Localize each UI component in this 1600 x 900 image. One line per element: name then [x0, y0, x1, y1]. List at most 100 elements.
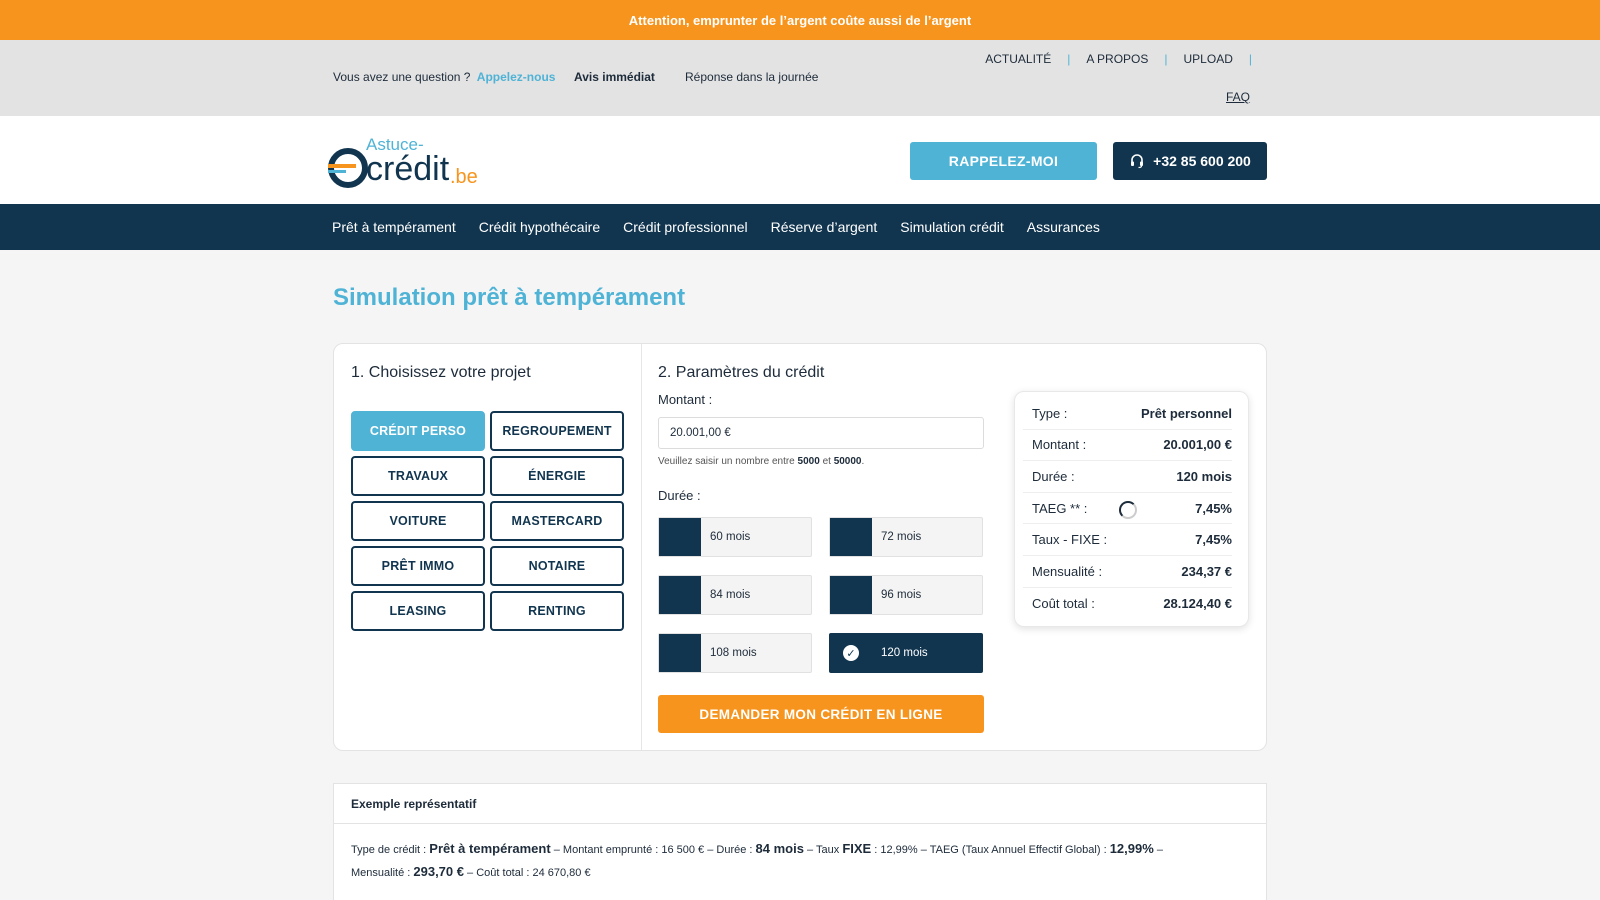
- summary-row-taux: Taux - FIXE : 7,45%: [1023, 524, 1232, 556]
- avis-immediat-text: Avis immédiat: [574, 70, 655, 84]
- top-link-apropos[interactable]: A PROPOS: [1086, 52, 1148, 66]
- duration-120-option[interactable]: ✓ 120 mois: [829, 633, 983, 673]
- duration-label-text: 108 mois: [710, 647, 757, 659]
- site-logo[interactable]: Astuce- crédit .be: [328, 130, 488, 190]
- example-text: Type de crédit :: [351, 844, 427, 856]
- example-highlight: FIXE: [842, 841, 872, 856]
- summary-value: 7,45%: [1195, 532, 1232, 548]
- summary-value: 20.001,00 €: [1163, 437, 1232, 453]
- nav-simulation-credit[interactable]: Simulation crédit: [900, 219, 1004, 235]
- hint-max: 50000: [833, 456, 862, 467]
- main-nav: Prêt à tempérament Crédit hypothécaire C…: [0, 204, 1600, 250]
- simulator-card: 1. Choisissez votre projet CRÉDIT PERSO …: [333, 343, 1267, 751]
- separator: |: [1248, 52, 1252, 66]
- nav-reserve-argent[interactable]: Réserve d’argent: [771, 219, 878, 235]
- project-mastercard-button[interactable]: MASTERCARD: [490, 501, 624, 541]
- warning-text: Attention, emprunter de l’argent coûte a…: [628, 12, 972, 28]
- duration-108-option[interactable]: 108 mois: [658, 633, 812, 673]
- logo-mark-bar: [328, 164, 356, 168]
- example-highlight: 84 mois: [755, 841, 804, 856]
- summary-key: Taux - FIXE :: [1032, 532, 1108, 548]
- project-energie-button[interactable]: ÉNERGIE: [490, 456, 624, 496]
- summary-key: Mensualité :: [1032, 563, 1103, 579]
- project-notaire-button[interactable]: NOTAIRE: [490, 546, 624, 586]
- project-section-title: 1. Choisissez votre projet: [351, 364, 531, 381]
- radio-indicator: ✓: [830, 634, 872, 672]
- project-renting-button[interactable]: RENTING: [490, 591, 624, 631]
- summary-key: Type :: [1032, 405, 1068, 421]
- project-pret-immo-button[interactable]: PRÊT IMMO: [351, 546, 485, 586]
- project-credit-perso-button[interactable]: CRÉDIT PERSO: [351, 411, 485, 451]
- radio-indicator: [659, 634, 701, 672]
- example-highlight: 12,99%: [1109, 841, 1154, 856]
- duration-96-option[interactable]: 96 mois: [829, 575, 983, 615]
- duration-label-text: 60 mois: [710, 531, 751, 543]
- summary-value: 120 mois: [1176, 468, 1232, 484]
- summary-row-duree: Durée : 120 mois: [1023, 461, 1232, 493]
- project-voiture-button[interactable]: VOITURE: [351, 501, 485, 541]
- example-highlight: Prêt à tempérament: [429, 841, 551, 856]
- nav-credit-hypothecaire[interactable]: Crédit hypothécaire: [479, 219, 600, 235]
- project-regroupement-button[interactable]: REGROUPEMENT: [490, 411, 624, 451]
- example-text: – Coût total : 24 670,80 €: [467, 867, 591, 879]
- question-label: Vous avez une question ?: [333, 70, 471, 84]
- example-text: – Montant emprunté : 16 500 € – Durée :: [553, 844, 753, 856]
- example-body: Type de crédit : Prêt à tempérament – Mo…: [334, 824, 1194, 898]
- callback-button[interactable]: RAPPELEZ-MOI: [910, 142, 1097, 180]
- radio-indicator: [830, 518, 872, 556]
- radio-indicator: [659, 576, 701, 614]
- duration-60-option[interactable]: 60 mois: [658, 517, 812, 557]
- call-us-link[interactable]: Appelez-nous: [477, 70, 556, 84]
- summary-row-type: Type : Prêt personnel: [1023, 398, 1232, 430]
- duration-84-option[interactable]: 84 mois: [658, 575, 812, 615]
- example-text: – Taux: [807, 844, 840, 856]
- project-grid: CRÉDIT PERSO REGROUPEMENT TRAVAUX ÉNERGI…: [351, 411, 624, 631]
- summary-key: Durée :: [1032, 468, 1075, 484]
- hint-prefix: Veuillez saisir un nombre entre: [658, 456, 795, 467]
- duration-72-option[interactable]: 72 mois: [829, 517, 983, 557]
- summary-row-cout-total: Coût total : 28.124,40 €: [1023, 588, 1232, 620]
- separator: |: [1067, 52, 1071, 66]
- top-link-faq[interactable]: FAQ: [1226, 90, 1250, 104]
- hint-and: et: [822, 456, 831, 467]
- amount-input[interactable]: [658, 417, 984, 449]
- example-text: : 12,99% – TAEG (Taux Annuel Effectif Gl…: [874, 844, 1107, 856]
- top-link-actualite[interactable]: ACTUALITÉ: [985, 52, 1051, 66]
- headset-icon: [1131, 154, 1144, 169]
- example-text: Mensualité :: [351, 867, 411, 879]
- question-text: Vous avez une question ? Appelez-nous: [333, 70, 555, 84]
- nav-assurances[interactable]: Assurances: [1027, 219, 1100, 235]
- example-highlight: 293,70 €: [413, 864, 464, 879]
- summary-key: Montant :: [1032, 437, 1087, 453]
- hint-min: 5000: [797, 456, 820, 467]
- nav-pret-temperament[interactable]: Prêt à tempérament: [332, 219, 456, 235]
- logo-tld-text: .be: [450, 166, 478, 188]
- example-title: Exemple représentatif: [334, 784, 1266, 824]
- reponse-text: Réponse dans la journée: [685, 70, 819, 84]
- project-leasing-button[interactable]: LEASING: [351, 591, 485, 631]
- project-travaux-button[interactable]: TRAVAUX: [351, 456, 485, 496]
- separator: |: [1164, 52, 1168, 66]
- summary-row-montant: Montant : 20.001,00 €: [1023, 430, 1232, 462]
- site-header: Astuce- crédit .be RAPPELEZ-MOI +32 85 6…: [0, 116, 1600, 204]
- example-text: –: [1156, 844, 1163, 856]
- summary-value: 28.124,40 €: [1163, 595, 1232, 611]
- top-link-upload[interactable]: UPLOAD: [1184, 52, 1233, 66]
- summary-panel: Type : Prêt personnel Montant : 20.001,0…: [1014, 391, 1249, 627]
- top-info-bar: Vous avez une question ? Appelez-nous Av…: [0, 40, 1600, 116]
- amount-label: Montant :: [658, 392, 713, 407]
- phone-number: +32 85 600 200: [1153, 153, 1251, 169]
- nav-credit-professionnel[interactable]: Crédit professionnel: [623, 219, 748, 235]
- top-links: ACTUALITÉ | A PROPOS | UPLOAD |: [985, 52, 1268, 66]
- loading-spinner-icon: [1119, 500, 1137, 519]
- duration-label-text: 72 mois: [881, 531, 922, 543]
- phone-button[interactable]: +32 85 600 200: [1113, 142, 1267, 180]
- check-icon: ✓: [843, 645, 859, 661]
- duration-label-text: 120 mois: [881, 647, 928, 659]
- logo-main-text: crédit: [366, 150, 450, 188]
- request-credit-button[interactable]: DEMANDER MON CRÉDIT EN LIGNE: [658, 695, 984, 733]
- summary-key: Coût total :: [1032, 595, 1095, 611]
- column-divider: [641, 344, 642, 750]
- amount-hint: Veuillez saisir un nombre entre 5000 et …: [658, 456, 865, 467]
- summary-key: TAEG ** :: [1032, 500, 1088, 516]
